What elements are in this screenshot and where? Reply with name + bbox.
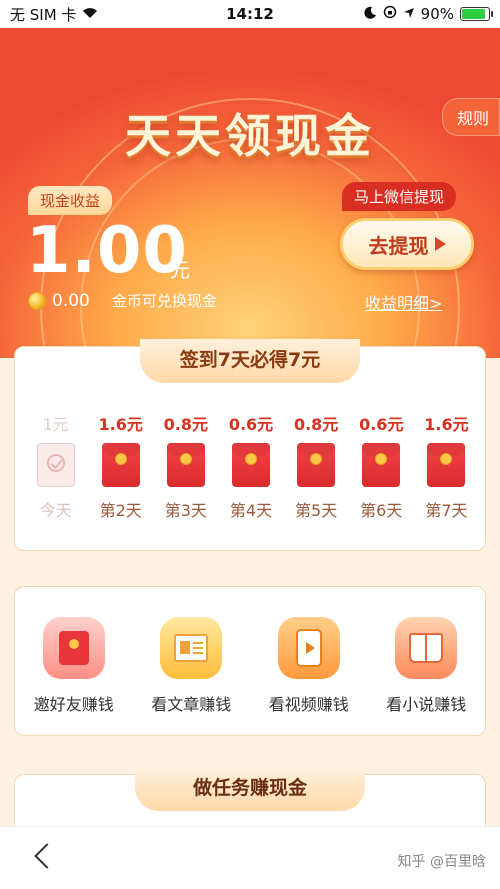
earn-options-card: 邀好友赚钱 看文章赚钱 看视频赚钱 看小说赚钱 (14, 586, 486, 736)
envelope-seal (244, 453, 257, 465)
rotation-lock-icon (383, 5, 397, 23)
signin-day-amount: 0.6元 (228, 415, 274, 434)
red-envelope-icon (101, 443, 140, 487)
earn-option[interactable]: 看小说赚钱 (370, 617, 482, 715)
earn-option-label: 看视频赚钱 (268, 695, 349, 714)
claimed-envelope-icon (36, 443, 75, 487)
coin-exchange-text: 金币可兑换现金 (111, 292, 217, 310)
earn-option[interactable]: 看视频赚钱 (253, 617, 365, 715)
coin-icon (28, 291, 46, 310)
moon-icon (364, 5, 377, 23)
signin-day-amount: 1.6元 (424, 415, 469, 434)
signin-day-amount: 0.8元 (293, 415, 339, 434)
earn-option[interactable]: 看文章赚钱 (135, 617, 247, 715)
envelope-seal (375, 453, 388, 465)
page-title: 天天领现金 (125, 109, 375, 163)
cash-unit: 元 (170, 258, 190, 282)
envelope-seal (179, 453, 192, 465)
article-icon (160, 617, 223, 679)
earn-option-label: 邀好友赚钱 (33, 695, 114, 714)
icon-glyph (58, 631, 89, 665)
red-envelope-icon (362, 443, 401, 487)
play-arrow-icon (434, 237, 446, 251)
signin-day-amount: 1.6元 (98, 415, 143, 434)
watermark: 知乎 @百里晗 (397, 854, 486, 870)
red-envelope-icon (166, 443, 205, 487)
cash-amount: 1.00 (26, 214, 188, 288)
signin-title: 签到7天必得7元 (140, 339, 360, 383)
red-envelope-icon (297, 443, 336, 487)
battery-fill (462, 9, 486, 19)
icon-glyph (409, 633, 444, 663)
earn-option-label: 看小说赚钱 (386, 695, 467, 714)
signin-day-amount: 1元 (42, 415, 69, 434)
hero-banner: 天天领现金 规则 现金收益 1.00 元 马上微信提现 去提现 0.00 金币可… (0, 28, 500, 358)
withdraw-button-label: 去提现 (368, 233, 429, 258)
signin-day-label: 第6天 (360, 501, 403, 520)
signin-day-label: 第5天 (295, 501, 338, 520)
signin-day-amount: 0.6元 (359, 415, 404, 434)
signin-day[interactable]: 1.6元第7天 (414, 411, 479, 521)
withdraw-tip-badge: 马上微信提现 (342, 182, 457, 211)
signin-day-label: 第7天 (425, 501, 468, 520)
signin-day[interactable]: 0.8元第5天 (284, 411, 349, 521)
signin-day[interactable]: 0.6元第6天 (349, 411, 414, 521)
signin-day[interactable]: 1元今天 (23, 411, 88, 521)
coin-value: 0.00 (52, 290, 90, 311)
book-icon (395, 617, 458, 679)
earnings-detail-link[interactable]: 收益明细> (365, 290, 442, 314)
signin-day-list: 1元 今天 1.6元 第2天 0.8元 第3天 0.6元 第4天 0.8元 第5天 0.6元 第6天 1… (23, 411, 479, 521)
video-icon (277, 617, 340, 679)
signin-day[interactable]: 1.6元第2天 (88, 411, 153, 521)
battery-percent: 90% (420, 5, 454, 23)
bottom-nav-bar: 知乎 @百里晗 (0, 826, 500, 889)
wifi-icon (82, 5, 98, 23)
signin-card: 签到7天必得7元 1元 今天 1.6元 第2天 0.8元 第3天 0.6元 第4天 0.8元 第5… (14, 339, 486, 551)
status-right: 90% (364, 5, 493, 23)
icon-glyph (295, 629, 322, 667)
cash-earnings-label: 现金收益 (28, 186, 113, 215)
status-time: 14:12 (226, 5, 274, 23)
red-envelope-icon (427, 443, 466, 487)
location-icon (403, 5, 415, 23)
earn-option[interactable]: 邀好友赚钱 (18, 617, 130, 715)
rules-button[interactable]: 规则 (441, 98, 500, 136)
carrier-text: 无 SIM 卡 (10, 5, 77, 24)
envelope-seal (114, 453, 127, 465)
status-bar: 无 SIM 卡 14:12 90% (0, 0, 500, 28)
signin-day-label: 第4天 (229, 501, 273, 520)
signin-day-label: 第2天 (99, 501, 142, 520)
envelope-seal (310, 453, 323, 465)
task-title: 做任务赚现金 (135, 767, 365, 811)
back-arrow-icon[interactable] (34, 843, 60, 869)
check-icon (46, 454, 65, 472)
signin-day-label: 第3天 (164, 501, 207, 520)
withdraw-button[interactable]: 去提现 (340, 218, 474, 270)
signin-day[interactable]: 0.6元第4天 (218, 411, 283, 521)
signin-day[interactable]: 0.8元第3天 (153, 411, 218, 521)
red-envelope-icon (42, 617, 105, 679)
icon-glyph (174, 634, 209, 662)
status-left: 无 SIM 卡 (10, 4, 98, 25)
earn-option-label: 看文章赚钱 (151, 695, 232, 714)
signin-day-amount: 0.8元 (163, 415, 209, 434)
battery-icon (460, 7, 493, 21)
envelope-seal (440, 453, 453, 465)
signin-day-label: 今天 (39, 501, 72, 520)
coin-balance: 0.00 金币可兑换现金 (28, 290, 217, 311)
red-envelope-icon (231, 443, 270, 487)
